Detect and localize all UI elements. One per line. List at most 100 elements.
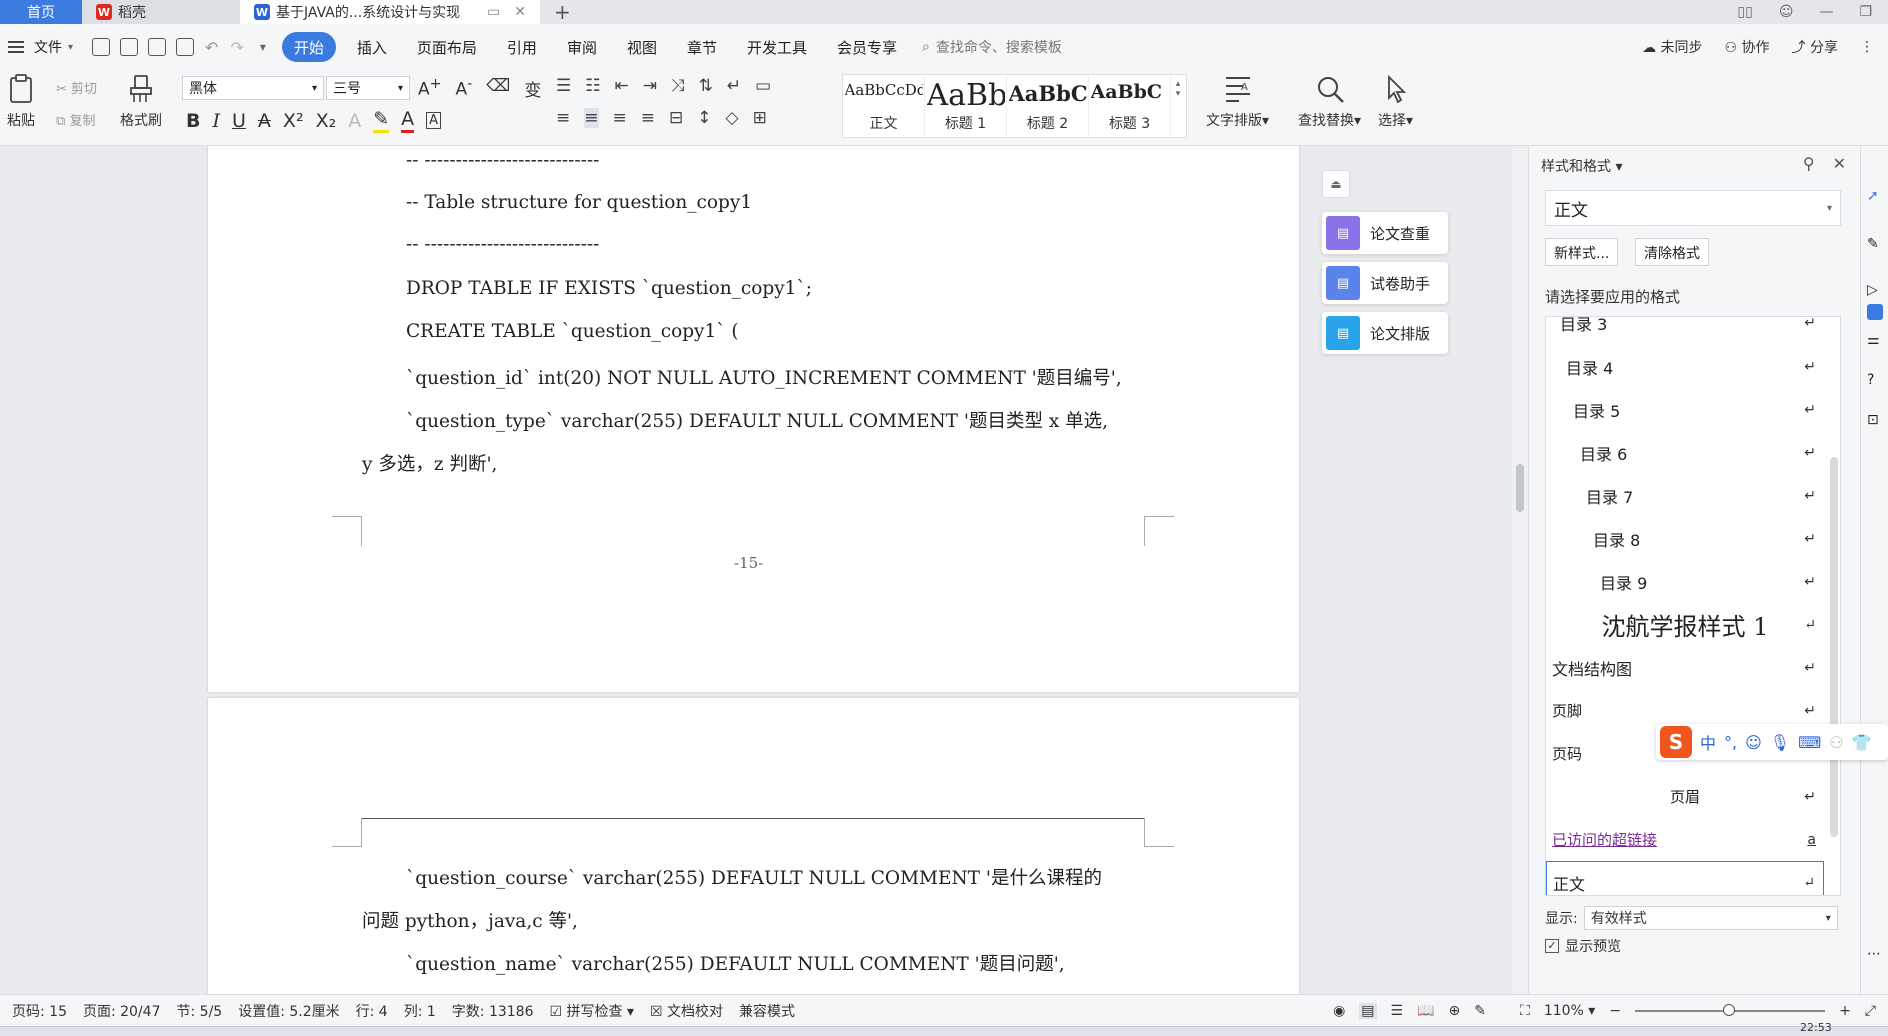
collab-button[interactable]: ⚇ 协作 [1725, 37, 1770, 57]
redo-icon[interactable]: ↷ [230, 38, 243, 57]
table-tools-icon[interactable]: ▭ [755, 76, 771, 96]
find-replace-button[interactable]: 查找替换▾ [1298, 74, 1361, 130]
document-area[interactable]: -- ---------------------------- -- Table… [0, 146, 1528, 994]
new-style-button[interactable]: 新样式... [1545, 238, 1619, 266]
bold-icon[interactable]: B [186, 110, 200, 132]
pin-icon[interactable]: ⚲ [1803, 154, 1815, 173]
font-size-select[interactable]: 三号 ▾ [326, 76, 410, 100]
italic-icon[interactable]: I [212, 110, 220, 132]
cloud-doc-icon[interactable] [1867, 304, 1883, 320]
grow-font-icon[interactable]: A+ [418, 76, 442, 101]
shading-icon[interactable]: ◇ [726, 108, 739, 128]
web-view-icon[interactable]: ⊕ [1449, 1003, 1461, 1019]
keyboard-icon[interactable]: ⌨ [1798, 733, 1821, 752]
command-search[interactable]: ⌕ 查找命令、搜索模板 [922, 37, 1062, 57]
paste-button[interactable]: 粘贴 [6, 74, 36, 130]
punctuation-icon[interactable]: °, [1724, 733, 1737, 752]
share-button[interactable]: ⤴ 分享 [1792, 37, 1838, 57]
status-row[interactable]: 行: 4 [348, 1001, 396, 1021]
phonetic-icon[interactable]: 变 [524, 76, 541, 101]
print-icon[interactable] [148, 38, 167, 56]
bullet-list-icon[interactable]: ☰ [556, 76, 571, 96]
zoom-in-icon[interactable]: + [1839, 1003, 1851, 1019]
clear-format-icon[interactable]: ⌫ [486, 76, 510, 101]
tab-pin-icon[interactable]: ▭ [487, 4, 500, 20]
status-page-code[interactable]: 页码: 15 [4, 1001, 75, 1021]
shrink-font-icon[interactable]: A- [456, 76, 473, 101]
menu-insert[interactable]: 插入 [342, 32, 402, 62]
sort-icon[interactable]: ⇅ [699, 76, 713, 96]
status-page[interactable]: 页面: 20/47 [75, 1001, 169, 1021]
superscript-icon[interactable]: X² [283, 110, 304, 132]
list-item[interactable]: 页眉 ↵ [1546, 775, 1824, 818]
zoom-slider[interactable] [1635, 1003, 1826, 1016]
indent-icon[interactable]: ⇥ [643, 76, 657, 96]
style-heading-1[interactable]: AaBb 标题 1 [925, 75, 1007, 137]
list-item[interactable]: 目录 8 ↵ [1546, 517, 1824, 560]
helper-paper-layout[interactable]: ▤ 论文排版 [1322, 312, 1448, 354]
select-button[interactable]: 选择▾ [1378, 74, 1413, 130]
font-color-icon[interactable]: A [401, 108, 415, 133]
styles-scroll[interactable]: ▴ ▾ [1171, 75, 1185, 137]
list-item[interactable]: 目录 3 ↵ [1546, 317, 1824, 344]
style-heading-2[interactable]: AaBbC 标题 2 [1007, 75, 1089, 137]
zoom-out-icon[interactable]: − [1609, 1003, 1621, 1019]
tab-document[interactable]: W 基于JAVA的...系统设计与实现 ▭ ✕ [240, 0, 540, 24]
current-style-select[interactable]: 正文 ▾ [1545, 190, 1841, 226]
user-ime-icon[interactable]: ⚇ [1829, 733, 1843, 752]
backup-icon[interactable]: ⊡ [1867, 412, 1883, 428]
more-icon[interactable]: ⋮ [1860, 39, 1874, 55]
distribute-icon[interactable]: ⊟ [669, 108, 683, 128]
strikethrough-icon[interactable]: A [258, 110, 271, 132]
proofread-button[interactable]: ☒ 文档校对 [642, 1001, 731, 1021]
style-heading-3[interactable]: AaBbC 标题 3 [1089, 75, 1171, 137]
document-page[interactable]: -- ---------------------------- -- Table… [208, 146, 1299, 692]
scrollbar-thumb[interactable] [1516, 464, 1524, 512]
menu-review[interactable]: 审阅 [552, 32, 612, 62]
style-list[interactable]: 目录 3 ↵ 目录 4 ↵ 目录 5 ↵ 目录 6 ↵ 目录 7 ↵ 目录 8 ↵ 目录 9… [1545, 316, 1841, 896]
restore-icon[interactable]: ❐ [1859, 4, 1872, 20]
text-effect-icon[interactable]: A [348, 110, 361, 132]
menu-developer[interactable]: 开发工具 [732, 32, 822, 62]
list-item[interactable]: 目录 9 ↵ [1546, 560, 1824, 603]
menu-section[interactable]: 章节 [672, 32, 732, 62]
chinese-layout-icon[interactable]: ⤨ [671, 76, 685, 96]
sync-button[interactable]: ☁ 未同步 [1642, 37, 1702, 57]
minimize-icon[interactable]: — [1819, 4, 1833, 20]
style-normal[interactable]: AaBbCcDd 正文 [843, 75, 925, 137]
font-name-select[interactable]: 黑体 ▾ [182, 76, 324, 100]
underline-icon[interactable]: U [232, 110, 246, 132]
helper-plagiarism-check[interactable]: ▤ 论文查重 [1322, 212, 1448, 254]
pen-icon[interactable]: ✎ [1867, 236, 1883, 252]
tab-close-icon[interactable]: ✕ [514, 4, 526, 20]
ime-language-toggle[interactable]: 中 [1700, 730, 1716, 754]
show-marks-icon[interactable]: ↵ [727, 76, 741, 96]
text-layout-button[interactable]: A 文字排版▾ [1206, 74, 1269, 130]
tab-home[interactable]: 首页 [0, 0, 82, 24]
menu-view[interactable]: 视图 [612, 32, 672, 62]
status-word-count[interactable]: 字数: 13186 [444, 1001, 542, 1021]
save-icon[interactable] [92, 38, 111, 56]
outdent-icon[interactable]: ⇤ [615, 76, 629, 96]
list-item-selected[interactable]: 正文 ↵ [1546, 861, 1824, 895]
list-item[interactable]: 目录 6 ↵ [1546, 431, 1824, 474]
numbered-list-icon[interactable]: ☷ [585, 76, 600, 96]
avatar[interactable]: ☺ [1779, 4, 1794, 20]
annotate-icon[interactable]: ✎ [1474, 1003, 1486, 1019]
align-left-icon[interactable]: ≡ [556, 108, 570, 128]
eye-protect-icon[interactable]: ◉ [1333, 1003, 1345, 1019]
arrow-icon[interactable]: ▷ [1867, 282, 1883, 298]
fullscreen-icon[interactable]: ⤢ [1865, 1003, 1876, 1019]
list-item[interactable]: 沈航学报样式 1 ↵ [1546, 603, 1824, 646]
rocket-icon[interactable]: ➚ [1867, 188, 1883, 204]
line-spacing-icon[interactable]: ↕ [697, 108, 711, 128]
close-icon[interactable]: ✕ [1833, 154, 1846, 173]
outline-view-icon[interactable]: ☰ [1391, 1003, 1404, 1019]
skin-icon[interactable]: 👕 [1852, 733, 1872, 752]
more-icon[interactable]: ⋯ [1867, 946, 1883, 962]
sogou-logo-icon[interactable]: S [1660, 726, 1692, 758]
spell-check-button[interactable]: ☑ 拼写检查 ▾ [542, 1001, 643, 1021]
tab-daoke[interactable]: W 稻壳 [82, 0, 240, 24]
microphone-icon[interactable]: 🎙 [1770, 733, 1790, 752]
document-scrollbar[interactable] [1512, 146, 1528, 994]
